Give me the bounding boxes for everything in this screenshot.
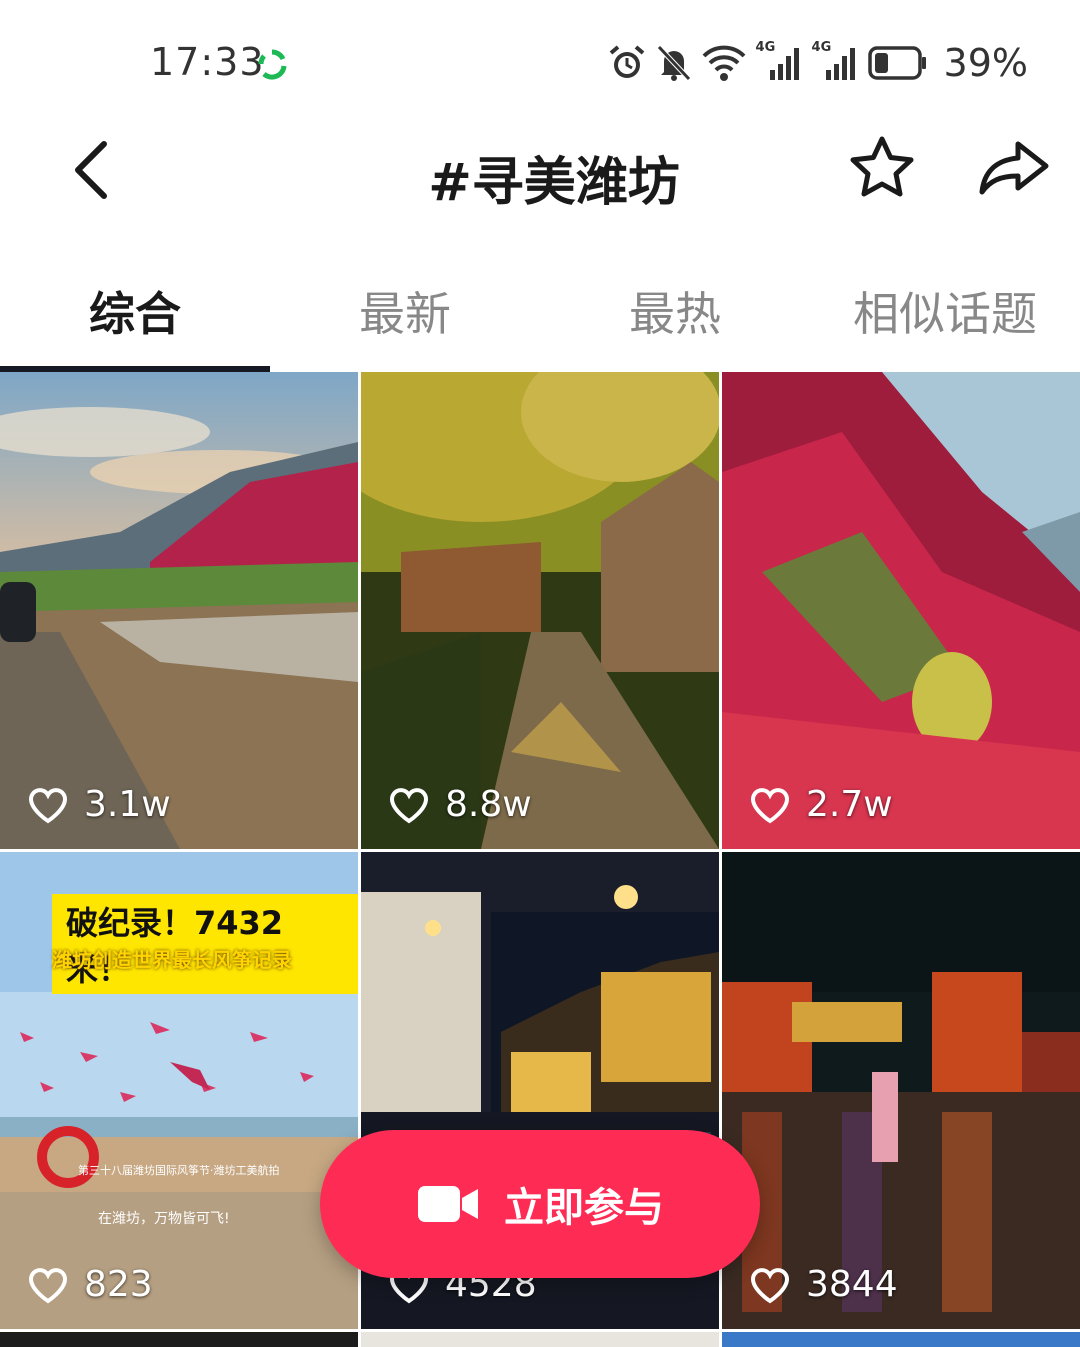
signal-group-1: 4G <box>756 40 802 82</box>
header: #寻美潍坊 <box>0 120 1080 230</box>
battery-percent: 39% <box>943 41 1028 85</box>
join-now-label: 立即参与 <box>504 1185 664 1231</box>
video-card-6[interactable]: 3844 <box>722 852 1080 1329</box>
signal-icon <box>825 48 855 80</box>
signal-icon <box>769 48 799 80</box>
video-thumbnail <box>0 372 358 849</box>
video-card-3[interactable]: 2.7w <box>722 372 1080 849</box>
tab-bar: 综合 最新 最热 相似话题 <box>0 260 1080 372</box>
heart-icon <box>28 787 68 823</box>
video-subtitle: 潍坊创造世界最长风筝记录 <box>52 948 292 972</box>
likes-counter: 2.7w <box>750 784 893 825</box>
star-icon[interactable] <box>848 134 916 202</box>
wifi-icon <box>702 45 745 81</box>
likes-counter: 823 <box>28 1264 153 1305</box>
video-card-1[interactable]: 3.1w <box>0 372 358 849</box>
heart-icon <box>750 787 790 823</box>
video-camera-icon <box>418 1186 478 1222</box>
join-now-button[interactable]: 立即参与 <box>320 1130 760 1278</box>
tab-hottest[interactable]: 最热 <box>540 278 810 344</box>
video-card-4[interactable]: 破纪录！7432米！ 潍坊创造世界最长风筝记录 第三十八届潍坊国际风筝节·潍坊工… <box>0 852 358 1329</box>
video-slogan: 在潍坊，万物皆可飞! <box>98 1211 230 1227</box>
status-icons: 4G 4G 39% <box>608 38 1028 88</box>
video-thumbnail <box>361 372 719 849</box>
likes-count: 2.7w <box>806 784 893 825</box>
tab-similar-topics[interactable]: 相似话题 <box>810 278 1080 344</box>
likes-count: 8.8w <box>445 784 532 825</box>
tab-comprehensive[interactable]: 综合 <box>0 278 270 344</box>
likes-counter: 8.8w <box>389 784 532 825</box>
video-card-2[interactable]: 8.8w <box>361 372 719 849</box>
share-icon[interactable] <box>978 136 1050 200</box>
likes-count: 823 <box>84 1264 153 1305</box>
likes-count: 3844 <box>806 1264 898 1305</box>
video-caption: 第三十八届潍坊国际风筝节·潍坊工美航拍 <box>78 1164 280 1177</box>
next-row-preview <box>0 1332 1080 1347</box>
status-time: 17:33 <box>150 40 265 84</box>
mute-icon <box>656 45 691 81</box>
signal-group-2: 4G <box>812 40 858 82</box>
alarm-icon <box>609 45 644 78</box>
likes-counter: 3844 <box>750 1264 898 1305</box>
heart-icon <box>389 787 429 823</box>
tab-latest[interactable]: 最新 <box>270 278 540 344</box>
status-bar: 17:33 4G 4G 39% <box>0 0 1080 120</box>
page-title: #寻美潍坊 <box>428 153 680 213</box>
likes-count: 3.1w <box>84 784 171 825</box>
video-thumbnail <box>722 372 1080 849</box>
sync-icon <box>258 49 287 80</box>
likes-counter: 3.1w <box>28 784 171 825</box>
video-thumbnail <box>722 852 1080 1329</box>
battery-icon <box>867 46 926 80</box>
heart-icon <box>28 1267 68 1303</box>
heart-icon <box>750 1267 790 1303</box>
